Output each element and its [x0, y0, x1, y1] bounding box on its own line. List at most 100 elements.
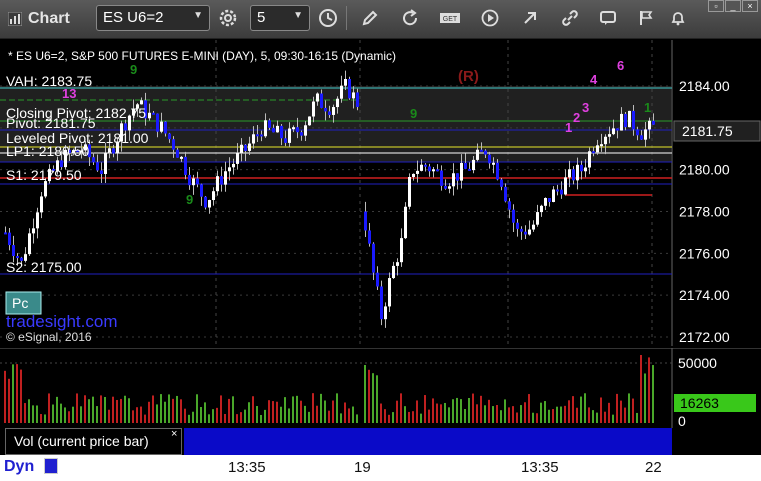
- candle-body: [608, 134, 611, 137]
- setup-count-marker: 1: [565, 120, 572, 135]
- candle-body: [404, 206, 407, 239]
- candle-body: [272, 127, 275, 133]
- candle-body: [332, 107, 335, 115]
- volume-bar: [648, 357, 650, 423]
- candle-body: [444, 185, 447, 189]
- volume-bar: [568, 400, 570, 423]
- candle-body: [488, 154, 491, 164]
- volume-bar: [196, 394, 198, 423]
- time-axis-settings-icon[interactable]: [44, 458, 58, 474]
- candle-body: [36, 212, 39, 229]
- volume-bar: [188, 414, 190, 423]
- candle-body: [92, 157, 95, 163]
- volume-bar: [24, 403, 26, 423]
- volume-chart[interactable]: 50000 0 16263: [0, 348, 761, 428]
- candle-body: [620, 113, 623, 131]
- candle-body: [480, 149, 483, 152]
- link-icon[interactable]: [558, 6, 582, 30]
- volume-bar: [204, 402, 206, 423]
- volume-bar: [300, 400, 302, 423]
- volume-bar: [588, 407, 590, 423]
- volume-bar: [368, 369, 370, 423]
- volume-bar: [100, 395, 102, 423]
- candle-body: [376, 272, 379, 287]
- volume-bar: [484, 405, 486, 423]
- volume-bar: [168, 394, 170, 423]
- play-icon[interactable]: [478, 6, 502, 30]
- restore-window-icon[interactable]: ▫: [708, 0, 724, 12]
- volume-bar: [208, 414, 210, 423]
- candle-body: [268, 120, 271, 128]
- volume-bar: [456, 397, 458, 423]
- candle-body: [628, 110, 631, 128]
- flag-icon[interactable]: [634, 6, 658, 30]
- volume-bar: [548, 409, 550, 423]
- symbol-select[interactable]: ES U6=2 ▼: [96, 5, 210, 31]
- volume-bar: [28, 399, 30, 423]
- volume-tick-label: 50000: [678, 355, 717, 371]
- candle-body: [176, 149, 179, 158]
- volume-bar: [264, 409, 266, 423]
- volume-bar: [584, 393, 586, 423]
- candle-body: [568, 169, 571, 178]
- volume-bar: [596, 412, 598, 423]
- volume-bar: [644, 373, 646, 423]
- time-axis-label: 22: [645, 459, 662, 476]
- volume-bar: [640, 355, 642, 423]
- bell-icon[interactable]: [666, 6, 690, 30]
- candle-body: [500, 179, 503, 187]
- close-icon[interactable]: ×: [171, 428, 177, 440]
- candle-body: [408, 176, 411, 207]
- price-chart[interactable]: * ES U6=2, S&P 500 FUTURES E-MINI (DAY),…: [0, 40, 761, 346]
- refresh-icon[interactable]: [398, 6, 422, 30]
- interval-select[interactable]: 5 ▼: [250, 5, 310, 31]
- candle-body: [548, 198, 551, 202]
- pencil-icon[interactable]: [358, 6, 382, 30]
- volume-bar: [552, 409, 554, 423]
- chevron-down-icon: ▼: [293, 10, 303, 21]
- candle-body: [28, 233, 31, 255]
- volume-bar: [280, 406, 282, 423]
- volume-bar: [504, 399, 506, 423]
- minimize-window-icon[interactable]: _: [725, 0, 741, 12]
- time-axis-label: 13:35: [228, 459, 266, 476]
- message-icon[interactable]: [596, 6, 620, 30]
- volume-bar: [400, 393, 402, 423]
- volume-bar: [124, 395, 126, 423]
- volume-bar: [12, 364, 14, 423]
- volume-study-label: Vol (current price bar): [14, 433, 149, 449]
- volume-bar: [72, 406, 74, 423]
- volume-bar: [88, 399, 90, 423]
- get-data-icon[interactable]: GET: [438, 6, 462, 30]
- volume-study-tab[interactable]: Vol (current price bar): [5, 428, 182, 455]
- volume-bar: [176, 395, 178, 423]
- volume-bar: [512, 406, 514, 423]
- volume-bar: [316, 405, 318, 423]
- candle-body: [440, 170, 443, 186]
- volume-bar: [192, 411, 194, 423]
- lp1-label: LP1: 2180.50: [6, 143, 90, 159]
- gear-icon[interactable]: [216, 6, 240, 30]
- volume-bar: [524, 402, 526, 423]
- candle-body: [544, 198, 547, 206]
- dynamic-mode-toggle[interactable]: Dyn: [4, 458, 34, 476]
- candle-body: [224, 171, 227, 185]
- arrow-up-right-icon[interactable]: [518, 6, 542, 30]
- volume-bar: [236, 414, 238, 423]
- setup-count-marker: 1: [644, 100, 651, 115]
- clock-icon[interactable]: [316, 6, 340, 30]
- volume-bar: [620, 400, 622, 423]
- candle-body: [476, 149, 479, 160]
- candle-body: [504, 186, 507, 202]
- volume-bar: [492, 406, 494, 423]
- candle-body: [180, 156, 183, 159]
- setup-count-marker: 13: [62, 86, 76, 101]
- window-title: Chart: [28, 10, 70, 27]
- close-window-icon[interactable]: ×: [742, 0, 758, 12]
- candle-body: [108, 148, 111, 153]
- volume-bar: [160, 394, 162, 423]
- toolbar-divider: [346, 6, 347, 30]
- candle-body: [232, 163, 235, 168]
- annotation-r: (R): [458, 68, 479, 85]
- candle-body: [348, 78, 351, 99]
